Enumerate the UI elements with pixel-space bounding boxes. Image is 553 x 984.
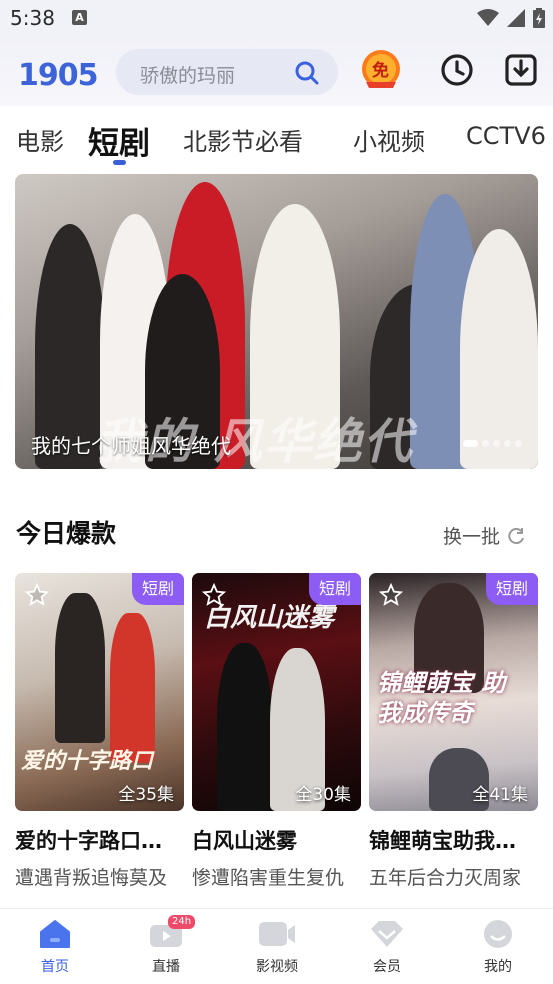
banner-figure: [460, 229, 538, 469]
nav-label: 会员: [373, 959, 401, 975]
episode-count: 全41集: [472, 785, 528, 805]
history-clock-icon[interactable]: [440, 53, 474, 87]
episode-count: 全35集: [118, 785, 174, 805]
wifi-icon: [477, 9, 499, 26]
drama-card[interactable]: 白风山迷雾 短剧 全30集 白风山迷雾 惨遭陷害重生复仇: [192, 573, 361, 890]
pagination-dot: [482, 440, 489, 447]
pagination-dot: [493, 440, 500, 447]
nav-label: 影视频: [256, 959, 298, 975]
app-logo[interactable]: 1905: [18, 58, 98, 93]
tab-cctv6[interactable]: CCTV6: [466, 122, 546, 150]
video-icon: [259, 922, 295, 946]
nav-label: 我的: [484, 959, 512, 975]
tab-film-festival[interactable]: 北影节必看: [183, 122, 303, 157]
nav-video[interactable]: 影视频: [237, 917, 317, 976]
section-title: 今日爆款: [16, 519, 117, 548]
poster-figure: [217, 643, 272, 811]
poster-art-text: 锦鲤萌宝 助我成传奇: [377, 669, 506, 727]
favorite-star-icon[interactable]: [379, 583, 403, 607]
hero-banner[interactable]: 我的 风华绝代 我的七个师姐风华绝代: [15, 174, 538, 469]
tab-short-drama[interactable]: 短剧: [88, 118, 150, 163]
search-bar[interactable]: 骄傲的玛丽: [116, 49, 338, 95]
nav-profile[interactable]: 我的: [458, 917, 538, 976]
profile-icon: [484, 920, 512, 948]
home-icon: [40, 920, 70, 948]
drama-poster[interactable]: 爱的十字路口 短剧 全35集: [15, 573, 184, 811]
poster-figure: [55, 593, 105, 743]
signal-icon: [507, 9, 525, 27]
drama-card[interactable]: 爱的十字路口 短剧 全35集 爱的十字路口… 遭遇背叛追悔莫及: [15, 573, 184, 890]
drama-card[interactable]: 锦鲤萌宝 助我成传奇 短剧 全41集 锦鲤萌宝助我… 五年后合力灭周家: [369, 573, 538, 890]
nav-live[interactable]: 24h 直播: [126, 915, 206, 976]
nav-home[interactable]: 首页: [15, 917, 95, 976]
status-icons: [477, 8, 545, 28]
favorite-star-icon[interactable]: [25, 583, 49, 607]
status-time: 5:38: [10, 6, 55, 30]
tab-movie[interactable]: 电影: [16, 122, 64, 157]
poster-art-text: 爱的十字路口: [21, 749, 154, 774]
banner-title: 我的七个师姐风华绝代: [31, 434, 231, 458]
poster-figure: [110, 613, 155, 763]
pagination-dot-active: [463, 440, 478, 447]
tab-short-video[interactable]: 小视频: [353, 122, 425, 157]
drama-title[interactable]: 锦鲤萌宝助我…: [369, 825, 538, 855]
category-tabs: 电影 短剧 北影节必看 小视频 CCTV6: [0, 106, 553, 168]
refresh-batch-button[interactable]: 换一批: [443, 522, 526, 549]
drama-title[interactable]: 白风山迷雾: [192, 825, 361, 855]
nav-label: 直播: [152, 959, 180, 975]
refresh-label: 换一批: [443, 526, 501, 548]
drama-badge: 短剧: [308, 573, 361, 605]
drama-title[interactable]: 爱的十字路口…: [15, 825, 184, 855]
drama-subtitle: 惨遭陷害重生复仇: [192, 867, 345, 889]
favorite-star-icon[interactable]: [202, 583, 226, 607]
vip-diamond-icon: [371, 921, 403, 947]
download-icon[interactable]: [504, 53, 538, 87]
top-header: 1905 骄傲的玛丽 免: [0, 38, 553, 106]
search-placeholder: 骄傲的玛丽: [140, 65, 236, 87]
bottom-navigation: 首页 24h 直播 影视频 会员 我的: [0, 908, 553, 984]
live-24h-badge: 24h: [168, 915, 196, 929]
drama-poster[interactable]: 锦鲤萌宝 助我成传奇 短剧 全41集: [369, 573, 538, 811]
active-tab-indicator: [113, 160, 126, 165]
notification-icon: A: [72, 10, 87, 25]
drama-subtitle: 五年后合力灭周家: [369, 867, 522, 889]
drama-subtitle: 遭遇背叛追悔莫及: [15, 867, 168, 889]
nav-label: 首页: [41, 959, 69, 975]
episode-count: 全30集: [295, 785, 351, 805]
pagination-dot: [504, 440, 511, 447]
refresh-icon: [508, 527, 524, 544]
drama-badge: 短剧: [485, 573, 538, 605]
free-vip-icon[interactable]: 免: [358, 46, 404, 92]
drama-poster[interactable]: 白风山迷雾 短剧 全30集: [192, 573, 361, 811]
drama-badge: 短剧: [131, 573, 184, 605]
battery-icon: [533, 8, 545, 28]
pagination-dot: [515, 440, 522, 447]
nav-vip[interactable]: 会员: [347, 917, 427, 976]
search-icon[interactable]: [294, 60, 320, 86]
status-bar: 5:38 A: [0, 0, 553, 38]
banner-pagination: [463, 440, 522, 447]
free-badge-text: 免: [372, 61, 389, 81]
